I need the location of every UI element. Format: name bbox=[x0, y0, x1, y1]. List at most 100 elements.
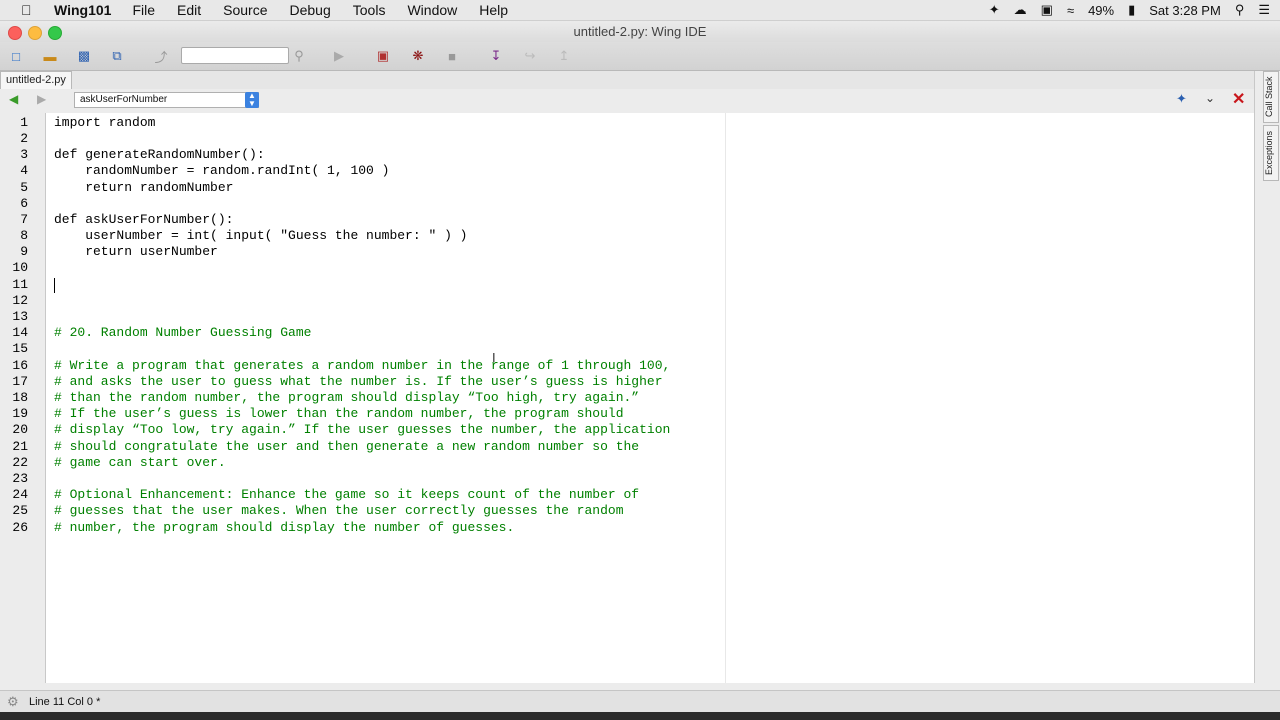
line-number: 17 bbox=[12, 374, 28, 389]
code-comment-line: # Write a program that generates a rando… bbox=[54, 358, 671, 373]
debug-bug-icon[interactable]: ❋ bbox=[409, 47, 427, 65]
i-beam-pointer-icon: I bbox=[492, 350, 496, 365]
save-all-icon[interactable]: ⧉ bbox=[108, 47, 126, 65]
tab-exceptions[interactable]: Exceptions bbox=[1263, 125, 1279, 181]
code-line: def generateRandomNumber(): bbox=[54, 147, 265, 162]
code-comment-line: # should congratulate the user and then … bbox=[54, 439, 640, 454]
line-number: 2 bbox=[20, 131, 28, 146]
cloud-icon[interactable]: ☁ bbox=[1014, 2, 1027, 18]
forward-arrow-icon[interactable]: ▶ bbox=[37, 92, 46, 106]
menu-help[interactable]: Help bbox=[479, 2, 508, 18]
save-icon[interactable]: ▩ bbox=[75, 47, 93, 65]
menu-debug[interactable]: Debug bbox=[290, 2, 331, 18]
code-comment-line: # display “Too low, try again.” If the u… bbox=[54, 422, 671, 437]
battery-icon[interactable]: ▮ bbox=[1128, 2, 1135, 18]
line-number: 7 bbox=[20, 212, 28, 227]
line-number: 15 bbox=[12, 341, 28, 356]
step-over-icon[interactable]: ↪ bbox=[521, 47, 539, 65]
dropbox-icon[interactable]: ✦ bbox=[989, 2, 1000, 18]
cursor-position: Line 11 Col 0 * bbox=[29, 696, 101, 708]
search-icon[interactable]: ⚲ bbox=[290, 47, 308, 65]
menu-source[interactable]: Source bbox=[223, 2, 267, 18]
function-selector-value: askUserForNumber bbox=[80, 94, 168, 105]
function-selector[interactable]: askUserForNumber ▲ ▼ bbox=[74, 92, 259, 108]
line-number: 26 bbox=[12, 520, 28, 535]
title-bar: untitled-2.py: Wing IDE bbox=[0, 21, 1280, 42]
line-number: 25 bbox=[12, 503, 28, 518]
code-comment-line: # than the random number, the program sh… bbox=[54, 390, 640, 405]
run-icon[interactable]: ▶ bbox=[330, 47, 348, 65]
code-comment-line: # number, the program should display the… bbox=[54, 520, 515, 535]
menu-window[interactable]: Window bbox=[407, 2, 457, 18]
line-number: 16 bbox=[12, 358, 28, 373]
step-out-icon[interactable]: ↥ bbox=[555, 47, 573, 65]
line-number: 23 bbox=[12, 471, 28, 486]
code-line: return userNumber bbox=[54, 244, 218, 259]
line-number: 13 bbox=[12, 309, 28, 324]
updown-arrow-icon: ▲ ▼ bbox=[245, 92, 259, 108]
line-number: 21 bbox=[12, 439, 28, 454]
line-number: 19 bbox=[12, 406, 28, 421]
spotlight-icon[interactable]: ⚲ bbox=[1235, 2, 1245, 18]
line-number: 8 bbox=[20, 228, 28, 243]
line-number: 18 bbox=[12, 390, 28, 405]
code-line: def askUserForNumber(): bbox=[54, 212, 234, 227]
code-comment-line: # 20. Random Number Guessing Game bbox=[54, 325, 312, 340]
stop-icon[interactable]: ■ bbox=[443, 47, 461, 65]
screen-icon[interactable]: ▣ bbox=[1041, 2, 1053, 18]
open-folder-icon[interactable]: ▬ bbox=[41, 47, 59, 65]
battery-percent[interactable]: 49% bbox=[1088, 3, 1114, 18]
line-number: 24 bbox=[12, 487, 28, 502]
tab-call-stack[interactable]: Call Stack bbox=[1263, 71, 1279, 123]
menu-bar:  Wing101 File Edit Source Debug Tools W… bbox=[0, 0, 1280, 21]
menu-list: Wing101 File Edit Source Debug Tools Win… bbox=[54, 2, 530, 18]
notification-center-icon[interactable]: ☰ bbox=[1258, 2, 1270, 18]
menu-app-name[interactable]: Wing101 bbox=[54, 2, 111, 18]
find-tool-icon[interactable]: ⤴ bbox=[152, 47, 170, 65]
line-number: 3 bbox=[20, 147, 28, 162]
toolbar: □ ▬ ▩ ⧉ ⤴ ⚲ ▶ ▣ ❋ ■ ↧ ↪ ↥ bbox=[0, 42, 1280, 71]
step-into-icon[interactable]: ↧ bbox=[487, 47, 505, 65]
close-file-icon[interactable]: ✕ bbox=[1232, 89, 1245, 109]
text-cursor bbox=[54, 278, 55, 293]
menu-tools[interactable]: Tools bbox=[353, 2, 386, 18]
window-title: untitled-2.py: Wing IDE bbox=[573, 24, 707, 39]
code-comment-line: # If the user’s guess is lower than the … bbox=[54, 406, 624, 421]
line-number: 20 bbox=[12, 422, 28, 437]
code-comment-line: # and asks the user to guess what the nu… bbox=[54, 374, 663, 389]
right-margin-guide bbox=[725, 113, 726, 683]
line-number: 12 bbox=[12, 293, 28, 308]
line-number: 14 bbox=[12, 325, 28, 340]
line-number: 11 bbox=[12, 277, 28, 292]
line-number: 22 bbox=[12, 455, 28, 470]
back-arrow-icon[interactable]: ◀ bbox=[9, 92, 18, 106]
options-chevron-icon[interactable]: ⌄ bbox=[1205, 91, 1215, 105]
bottom-edge bbox=[0, 712, 1280, 720]
clock[interactable]: Sat 3:28 PM bbox=[1149, 3, 1221, 18]
code-comment-line: # Optional Enhancement: Enhance the game… bbox=[54, 487, 640, 502]
status-menus: ✦ ☁ ▣ ≈ 49% ▮ Sat 3:28 PM ⚲ ☰ bbox=[975, 2, 1270, 18]
wifi-icon[interactable]: ≈ bbox=[1067, 3, 1074, 18]
new-file-icon[interactable]: □ bbox=[7, 47, 25, 65]
code-comment-line: # game can start over. bbox=[54, 455, 226, 470]
tab-untitled-2[interactable]: untitled-2.py bbox=[0, 71, 72, 89]
editor-nav-bar: ◀ ▶ askUserForNumber ▲ ▼ ✦ ⌄ ✕ bbox=[0, 89, 1254, 111]
menu-edit[interactable]: Edit bbox=[177, 2, 201, 18]
pin-icon[interactable]: ✦ bbox=[1176, 91, 1187, 107]
search-input[interactable] bbox=[181, 47, 289, 64]
line-number: 5 bbox=[20, 180, 28, 195]
code-line: userNumber = int( input( "Guess the numb… bbox=[54, 228, 468, 243]
code-line: import random bbox=[54, 115, 156, 130]
line-number: 10 bbox=[12, 260, 28, 275]
debug-target-icon[interactable]: ▣ bbox=[374, 47, 392, 65]
line-number: 1 bbox=[20, 115, 28, 130]
line-number: 6 bbox=[20, 196, 28, 211]
menu-file[interactable]: File bbox=[132, 2, 155, 18]
editor-tab-bar: untitled-2.py bbox=[0, 71, 1254, 90]
apple-icon[interactable]:  bbox=[21, 2, 32, 18]
line-number: 9 bbox=[20, 244, 28, 259]
gear-icon[interactable]: ⚙ bbox=[7, 694, 19, 710]
line-number: 4 bbox=[20, 163, 28, 178]
code-comment-line: # guesses that the user makes. When the … bbox=[54, 503, 624, 518]
code-line: return randomNumber bbox=[54, 180, 234, 195]
